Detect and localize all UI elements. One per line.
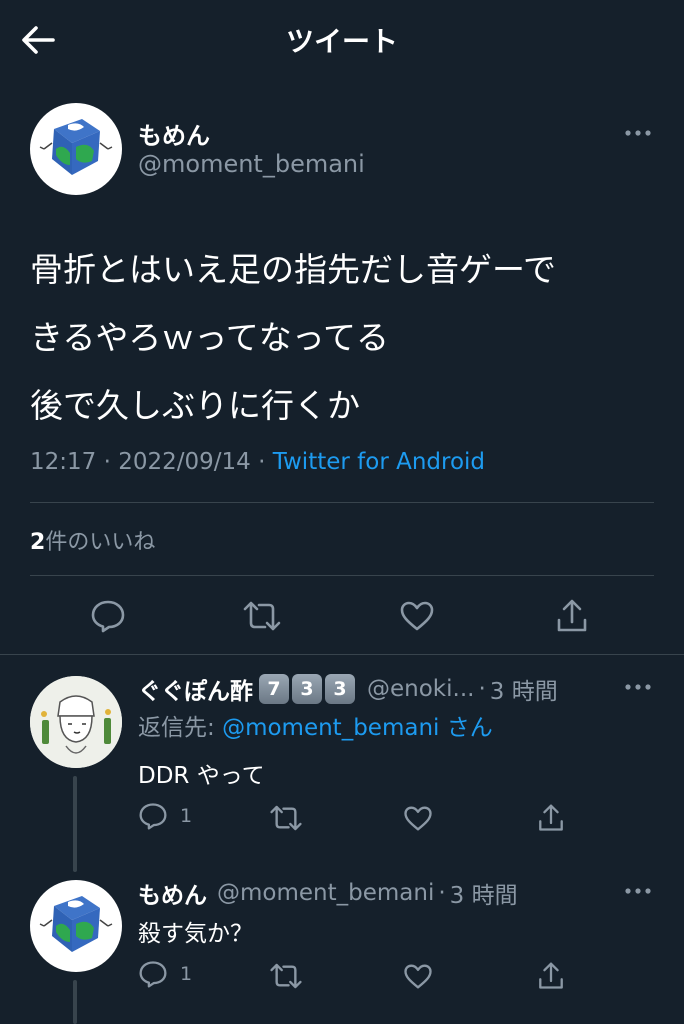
avatar[interactable] xyxy=(30,880,122,972)
reply-display-name[interactable]: もめん xyxy=(138,876,207,910)
likes-label: 件のいいね xyxy=(45,530,156,555)
reply-to: 返信先: @moment_bemani さん xyxy=(138,708,493,742)
reply-text: 殺す気か？ xyxy=(138,921,253,947)
tweet-date: 2022/09/14 xyxy=(118,449,251,475)
keycap-badge: 7 xyxy=(259,674,289,704)
meta-separator: · xyxy=(438,880,446,906)
tweet-meta: 12:17 · 2022/09/14 · Twitter for Android xyxy=(30,449,485,475)
retweet-button[interactable] xyxy=(268,800,304,836)
author-handle[interactable]: @moment_bemani xyxy=(138,150,365,178)
reply-display-name[interactable]: ぐぐぽん酢 xyxy=(138,672,253,706)
like-button[interactable] xyxy=(395,594,439,638)
reply-to-handle[interactable]: @moment_bemani xyxy=(222,715,439,741)
share-button[interactable] xyxy=(550,594,594,638)
likes-count: 2 xyxy=(30,530,46,555)
reply-text: DDR やって xyxy=(138,763,265,789)
retweet-icon xyxy=(243,601,281,631)
divider xyxy=(30,502,654,503)
more-options-icon[interactable] xyxy=(624,886,652,896)
like-button[interactable] xyxy=(400,958,436,994)
cube-avatar-icon xyxy=(39,896,113,952)
tweet-source-link[interactable]: Twitter for Android xyxy=(273,449,485,475)
reply-header: ぐぐぽん酢 7 3 3 @enoki... · 3 時間 xyxy=(138,672,558,706)
keycap-badge: 3 xyxy=(292,674,322,704)
reply-header: もめん @moment_bemani · 3 時間 xyxy=(138,876,518,910)
thread-line xyxy=(73,980,77,1024)
keycap-badge: 3 xyxy=(325,674,355,704)
reply-handle[interactable]: @enoki... xyxy=(367,676,474,702)
reply-count: 1 xyxy=(180,963,193,985)
retweet-button[interactable] xyxy=(268,958,304,994)
reply-button[interactable]: 1 xyxy=(138,960,192,988)
heart-icon xyxy=(404,806,432,830)
reply-to-label: 返信先: xyxy=(138,715,223,741)
meta-separator: · xyxy=(250,449,273,475)
reply-button[interactable]: 1 xyxy=(138,802,192,830)
more-options-icon[interactable] xyxy=(624,682,652,692)
heart-icon xyxy=(400,601,434,631)
meta-separator: · xyxy=(96,449,119,475)
cube-avatar-icon xyxy=(39,119,113,175)
like-button[interactable] xyxy=(400,800,436,836)
tweet-text: 骨折とはいえ足の指先だし音ゲーで きるやろｗってなってる 後で久しぶりに行くか xyxy=(30,236,670,440)
meta-separator: · xyxy=(478,676,486,702)
reply-time: 3 時間 xyxy=(489,679,558,705)
tweet-text-line: 後で久しぶりに行くか xyxy=(30,386,360,425)
sketch-avatar-icon xyxy=(30,676,122,768)
reply-button[interactable] xyxy=(86,594,130,638)
tweet-text-line: 骨折とはいえ足の指先だし音ゲーで xyxy=(30,250,557,289)
reply-time: 3 時間 xyxy=(449,883,518,909)
share-button[interactable] xyxy=(533,800,569,836)
likes-link[interactable]: 2件のいいね xyxy=(30,524,155,556)
divider xyxy=(0,654,684,655)
retweet-button[interactable] xyxy=(240,594,284,638)
reply-icon xyxy=(91,600,125,633)
divider xyxy=(30,575,654,576)
reply-handle[interactable]: @moment_bemani xyxy=(217,880,434,906)
reply-count: 1 xyxy=(180,805,193,827)
thread-line xyxy=(73,776,77,872)
author-display-name[interactable]: もめん xyxy=(138,116,210,151)
reply-icon xyxy=(139,803,167,830)
share-icon xyxy=(539,962,563,989)
share-button[interactable] xyxy=(533,958,569,994)
reply-to-suffix: さん xyxy=(439,715,493,741)
avatar[interactable] xyxy=(30,103,122,195)
page-title: ツイート xyxy=(285,25,398,58)
retweet-icon xyxy=(270,805,302,831)
avatar[interactable] xyxy=(30,676,122,768)
share-icon xyxy=(557,599,587,632)
retweet-icon xyxy=(270,963,302,989)
share-icon xyxy=(539,804,563,831)
reply-icon xyxy=(139,961,167,988)
more-options-icon[interactable] xyxy=(624,128,652,138)
heart-icon xyxy=(404,964,432,988)
tweet-text-line: きるやろｗってなってる xyxy=(30,318,390,357)
tweet-time: 12:17 xyxy=(30,449,97,475)
